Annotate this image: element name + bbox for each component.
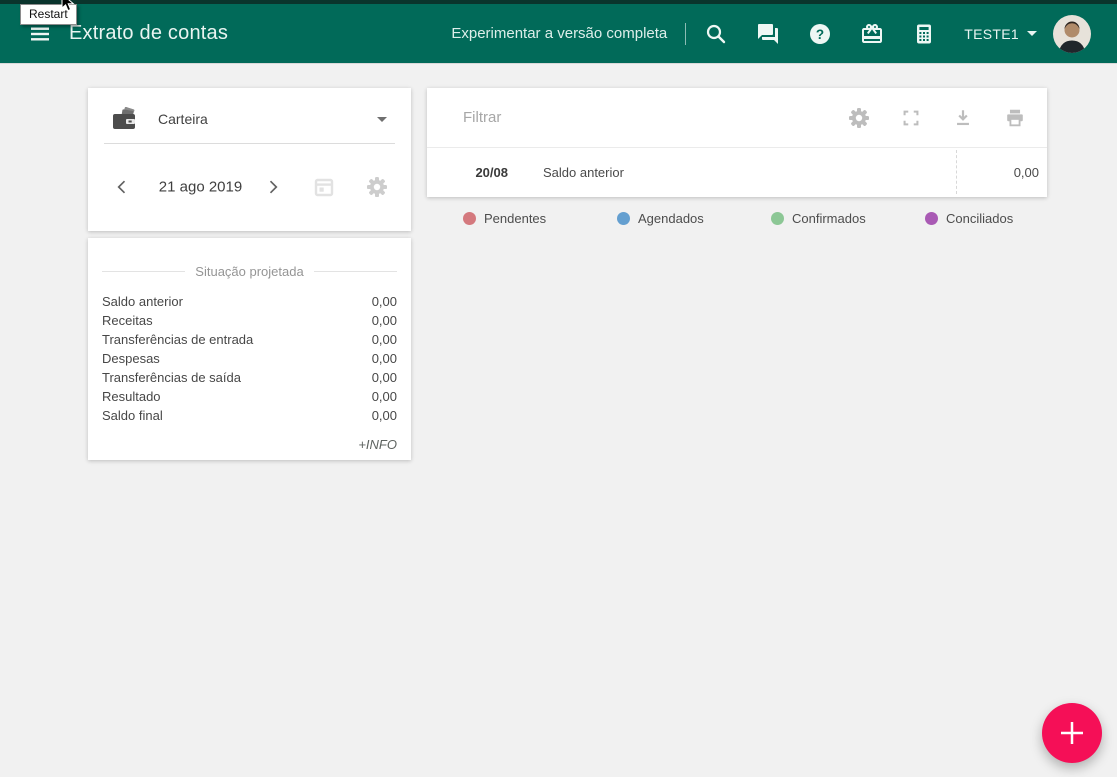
- fullscreen-icon: [900, 107, 922, 129]
- previous-day-button[interactable]: [110, 175, 134, 199]
- row-value: 0,00: [371, 294, 397, 309]
- wallet-icon: [112, 107, 138, 131]
- appbar: Extrato de contas Experimentar a versão …: [0, 4, 1117, 64]
- account-select-label: Carteira: [158, 111, 208, 127]
- mouse-cursor-icon: [61, 0, 75, 12]
- projection-row: Resultado 0,00: [102, 387, 397, 406]
- print-button[interactable]: [1003, 106, 1027, 130]
- status-legend: Pendentes Agendados Confirmados Concilia…: [427, 207, 1087, 229]
- date-settings-button[interactable]: [365, 175, 389, 199]
- account-card: Carteira 21 ago 2019: [88, 88, 411, 231]
- statement-row[interactable]: 20/08 Saldo anterior 0,00: [427, 148, 1047, 196]
- row-value: 0,00: [371, 313, 397, 328]
- download-icon: [952, 107, 974, 129]
- gift-icon: [860, 22, 884, 46]
- download-button[interactable]: [951, 106, 975, 130]
- confirmados-dot-icon: [771, 211, 784, 225]
- current-date[interactable]: 21 ago 2019: [138, 179, 263, 196]
- help-icon: ?: [808, 22, 832, 46]
- projection-row: Despesas 0,00: [102, 349, 397, 368]
- plus-icon: [1059, 720, 1085, 746]
- chevron-down-icon: [1027, 31, 1037, 36]
- row-amount: 0,00: [1013, 164, 1039, 180]
- legend-label: Confirmados: [792, 210, 866, 226]
- projected-situation-card: Situação projetada Saldo anterior 0,00 Re…: [88, 238, 411, 460]
- row-label: Saldo anterior: [102, 294, 183, 309]
- row-label: Receitas: [102, 313, 153, 328]
- divider: [102, 271, 186, 272]
- row-label: Saldo final: [102, 408, 163, 423]
- add-transaction-fab[interactable]: [1042, 703, 1102, 763]
- row-label: Resultado: [102, 389, 161, 404]
- row-value: 0,00: [371, 351, 397, 366]
- statement-settings-button[interactable]: [847, 106, 871, 130]
- conciliados-dot-icon: [925, 211, 938, 225]
- row-description: Saldo anterior: [543, 164, 624, 180]
- gift-button[interactable]: [860, 22, 884, 46]
- row-label: Despesas: [102, 351, 160, 366]
- row-value: 0,00: [371, 389, 397, 404]
- statement-card: 20/08 Saldo anterior 0,00: [427, 88, 1047, 197]
- account-switcher[interactable]: TESTE1: [964, 26, 1037, 42]
- search-button[interactable]: [704, 22, 728, 46]
- user-avatar[interactable]: [1053, 14, 1091, 53]
- filter-input[interactable]: [463, 109, 847, 126]
- legend-label: Conciliados: [946, 210, 1014, 226]
- projection-row: Transferências de saída 0,00: [102, 368, 397, 387]
- more-info-link[interactable]: +INFO: [102, 437, 397, 452]
- fullscreen-button[interactable]: [899, 106, 923, 130]
- legend-item-conciliados: Conciliados: [925, 207, 1087, 229]
- gear-icon: [365, 175, 389, 199]
- row-amount-separator: [956, 150, 957, 194]
- calculator-icon: [912, 22, 936, 46]
- trial-version-link[interactable]: Experimentar a versão completa: [451, 25, 667, 42]
- chat-button[interactable]: [756, 22, 780, 46]
- projection-title: Situação projetada: [195, 264, 304, 279]
- projection-row: Saldo final 0,00: [102, 406, 397, 425]
- calculator-button[interactable]: [912, 22, 936, 46]
- row-label: Transferências de entrada: [102, 332, 254, 347]
- legend-label: Pendentes: [484, 210, 547, 226]
- statement-toolbar: [427, 88, 1047, 148]
- search-icon: [704, 22, 728, 46]
- print-icon: [1004, 107, 1026, 129]
- chevron-down-icon: [377, 116, 387, 122]
- projection-row: Transferências de entrada 0,00: [102, 330, 397, 349]
- row-label: Transferências de saída: [102, 370, 241, 385]
- row-value: 0,00: [371, 332, 397, 347]
- row-value: 0,00: [371, 370, 397, 385]
- chevron-right-icon: [263, 177, 283, 197]
- legend-item-confirmados: Confirmados: [771, 207, 925, 229]
- calendar-icon: [312, 175, 336, 199]
- projection-row: Receitas 0,00: [102, 311, 397, 330]
- page-title: Extrato de contas: [69, 22, 229, 44]
- account-select[interactable]: Carteira: [88, 88, 411, 142]
- pendentes-dot-icon: [463, 211, 476, 225]
- appbar-divider: [685, 22, 687, 45]
- help-button[interactable]: ?: [808, 22, 832, 46]
- legend-label: Agendados: [638, 210, 704, 226]
- calendar-button[interactable]: [312, 175, 336, 199]
- menu-button[interactable]: [28, 22, 52, 46]
- gear-icon: [847, 106, 871, 130]
- row-value: 0,00: [371, 408, 397, 423]
- chat-icon: [756, 22, 780, 46]
- projection-title-row: Situação projetada: [102, 264, 398, 279]
- next-day-button[interactable]: [261, 175, 285, 199]
- row-date: 20/08: [475, 164, 508, 180]
- projection-row: Saldo anterior 0,00: [102, 292, 397, 311]
- svg-text:?: ?: [816, 27, 824, 42]
- hamburger-icon: [28, 22, 52, 46]
- agendados-dot-icon: [617, 211, 630, 225]
- legend-item-pendentes: Pendentes: [463, 207, 617, 229]
- legend-item-agendados: Agendados: [617, 207, 771, 229]
- date-navigator: 21 ago 2019: [88, 143, 411, 231]
- account-name: TESTE1: [964, 25, 1019, 42]
- screen: Extrato de contas Experimentar a versão …: [0, 0, 1117, 777]
- chevron-left-icon: [112, 177, 132, 197]
- divider: [313, 271, 398, 272]
